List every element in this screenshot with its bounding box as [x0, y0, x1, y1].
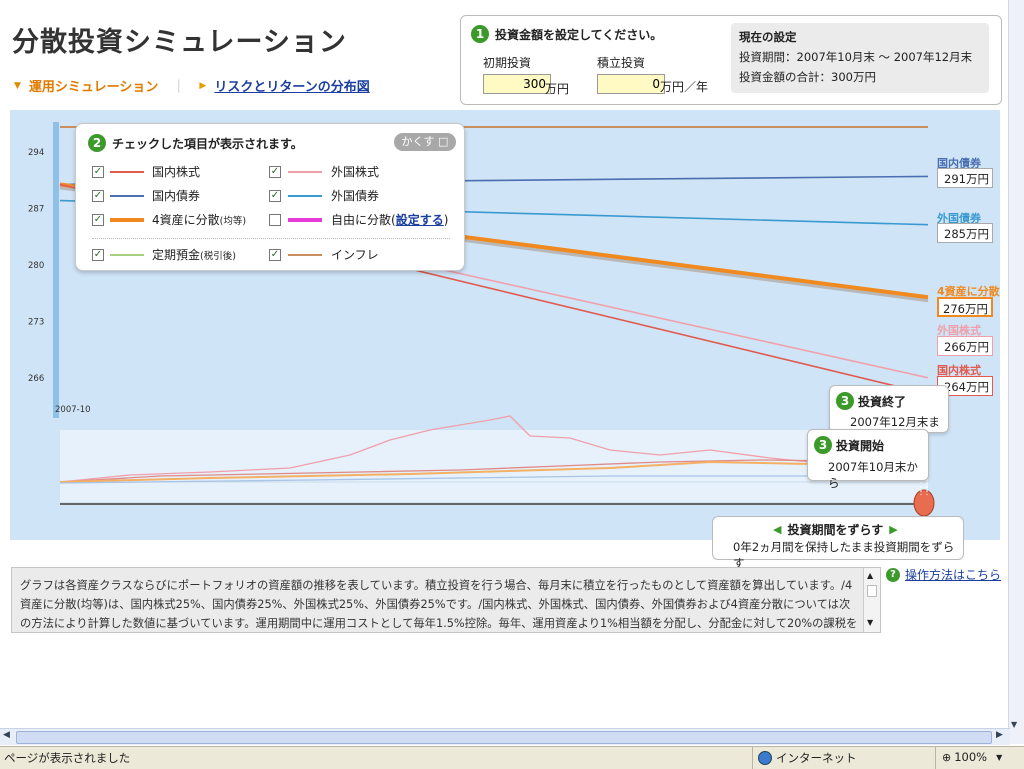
step1-badge-icon: 1	[471, 25, 489, 43]
investment-start-tooltip: 3 投資開始 2007年10月末から	[807, 429, 929, 490]
end-value-foreign-bond: 285万円	[937, 223, 993, 243]
globe-icon	[758, 751, 772, 765]
period-handle[interactable]	[913, 489, 935, 517]
checkbox-diversified[interactable]: ✓	[92, 214, 104, 226]
legend-label-domestic-stock: 国内株式	[152, 165, 201, 179]
status-message: ページが表示されました	[4, 751, 131, 765]
zoom-control[interactable]: ⊕ 100% ▼	[942, 750, 1002, 764]
x-start-label: 2007-10	[55, 405, 91, 415]
step3-start-badge-icon: 3	[814, 436, 832, 454]
checkbox-domestic-stock[interactable]: ✓	[92, 166, 104, 178]
shift-period-panel: ◀ 投資期間をずらす ▶ 0年2ヵ月間を保持したまま投資期間をずらす	[712, 516, 964, 570]
monthly-investment-input[interactable]	[597, 74, 665, 94]
initial-investment-label: 初期投資	[483, 56, 532, 70]
y-tick-label-1: 287	[28, 205, 44, 215]
vertical-scrollbar[interactable]: ▼	[1008, 0, 1024, 744]
legend-divider	[92, 238, 450, 239]
legend-swatch-foreign-stock	[288, 171, 322, 173]
arrow-left-icon[interactable]: ◀	[773, 523, 781, 536]
legend-swatch-domestic-stock	[110, 171, 144, 173]
y-tick-label-0: 294	[28, 148, 44, 158]
checkbox-foreign-stock[interactable]: ✓	[269, 166, 281, 178]
help-link[interactable]: 操作方法はこちら	[905, 566, 1001, 583]
current-total: 投資金額の合計：300万円	[739, 70, 876, 84]
horizontal-scroll-thumb[interactable]	[16, 731, 992, 744]
shift-period-title: 投資期間をずらす	[787, 523, 884, 537]
legend-label-foreign-stock: 外国株式	[331, 165, 380, 179]
help-link-area: ? 操作方法はこちら	[886, 566, 1001, 583]
step1-heading: 1 投資金額を設定してください。	[471, 25, 662, 43]
legend-swatch-inflation	[288, 254, 322, 256]
start-tooltip-text: 2007年10月末から	[828, 460, 918, 490]
description-scrollbar[interactable]: ▲ ▼	[863, 568, 880, 632]
legend-swatch-diversified	[110, 218, 144, 222]
legend-swatch-foreign-bond	[288, 195, 322, 197]
end-value-foreign-stock: 266万円	[937, 336, 993, 356]
current-settings-title: 現在の設定	[739, 30, 797, 44]
scroll-left-icon[interactable]: ◀	[3, 730, 10, 740]
step2-badge-icon: 2	[88, 134, 106, 152]
description-text: グラフは各資産クラスならびにポートフォリオの資産額の推移を表しています。積立投資…	[20, 579, 858, 630]
step2-heading: 2 チェックした項目が表示されます。	[88, 134, 303, 152]
legend-swatch-time-deposit	[110, 254, 144, 256]
status-zone: インターネット	[776, 751, 857, 765]
legend-label-domestic-bond: 国内債券	[152, 189, 201, 203]
y-tick-label-2: 280	[28, 261, 44, 271]
overview-chart	[60, 430, 928, 502]
description-box: グラフは各資産クラスならびにポートフォリオの資産額の推移を表しています。積立投資…	[11, 567, 881, 633]
nav-separator: ｜	[172, 80, 186, 95]
legend-swatch-domestic-bond	[110, 195, 144, 197]
triangle-right-icon: ▶	[199, 80, 207, 91]
monthly-unit: 万円／年	[660, 80, 709, 94]
initial-unit: 万円	[545, 82, 570, 96]
end-value-domestic-bond: 291万円	[937, 168, 993, 188]
legend-swatch-free-allocation	[288, 218, 322, 222]
triangle-down-icon: ▼	[14, 80, 21, 91]
scroll-down-icon[interactable]: ▼	[867, 618, 873, 627]
free-allocation-setting-link[interactable]: 設定する	[396, 213, 444, 227]
y-tick-label-3: 273	[28, 317, 44, 327]
checkbox-inflation[interactable]: ✓	[269, 249, 281, 261]
zoom-icon: ⊕	[942, 750, 952, 764]
step3-end-badge-icon: 3	[836, 392, 854, 410]
checkbox-free-allocation[interactable]	[269, 214, 281, 226]
legend-label-inflation: インフレ	[331, 248, 379, 262]
investment-settings-panel: 1 投資金額を設定してください。 初期投資 万円 積立投資 万円／年 現在の設定…	[460, 15, 1002, 105]
end-tooltip-title: 投資終了	[858, 394, 907, 409]
scroll-up-icon[interactable]: ▲	[867, 571, 873, 580]
checkbox-foreign-bond[interactable]: ✓	[269, 190, 281, 202]
arrow-right-icon[interactable]: ▶	[889, 523, 897, 536]
scroll-right-icon[interactable]: ▶	[996, 730, 1003, 740]
help-icon: ?	[886, 567, 900, 582]
initial-investment-input[interactable]	[483, 74, 551, 94]
current-settings-box: 現在の設定 投資期間：2007年10月末 ～ 2007年12月末 投資金額の合計…	[731, 23, 989, 93]
nav-bar: ▼ 運用シミュレーション ｜ ▶ リスクとリターンの分布図	[14, 76, 370, 95]
legend-panel: 2 チェックした項目が表示されます。 かくす □ ✓ 国内株式 ✓ 外国株式 ✓…	[75, 123, 465, 271]
end-value-diversified: 276万円	[937, 297, 993, 317]
start-tooltip-title: 投資開始	[836, 438, 885, 453]
zoom-dropdown-icon[interactable]: ▼	[996, 753, 1002, 762]
page-title: 分散投資シミュレーション	[12, 27, 347, 58]
scroll-down-arrow-icon[interactable]: ▼	[1011, 720, 1023, 730]
horizontal-scrollbar[interactable]: ◀ ▶	[0, 728, 1010, 745]
monthly-investment-label: 積立投資	[597, 56, 646, 70]
status-bar: ページが表示されました インターネット ⊕ 100% ▼	[0, 746, 1024, 769]
legend-label-time-deposit: 定期預金(税引後)	[152, 248, 236, 262]
nav-simulation[interactable]: 運用シミュレーション	[29, 76, 158, 95]
legend-label-free-allocation: 自由に分散(設定する)	[331, 213, 449, 227]
y-tick-label-4: 266	[28, 374, 44, 384]
current-period: 投資期間：2007年10月末 ～ 2007年12月末	[739, 50, 973, 64]
scroll-thumb[interactable]	[867, 585, 877, 597]
checkbox-time-deposit[interactable]: ✓	[92, 249, 104, 261]
hide-legend-button[interactable]: かくす □	[394, 133, 456, 151]
y-axis-bar	[53, 122, 59, 418]
legend-label-foreign-bond: 外国債券	[331, 189, 380, 203]
checkbox-domestic-bond[interactable]: ✓	[92, 190, 104, 202]
nav-risk-return-link[interactable]: リスクとリターンの分布図	[214, 76, 369, 95]
investment-end-tooltip: 3 投資終了 2007年12月末まで	[829, 385, 949, 445]
legend-label-diversified: 4資産に分散(均等)	[152, 213, 247, 227]
